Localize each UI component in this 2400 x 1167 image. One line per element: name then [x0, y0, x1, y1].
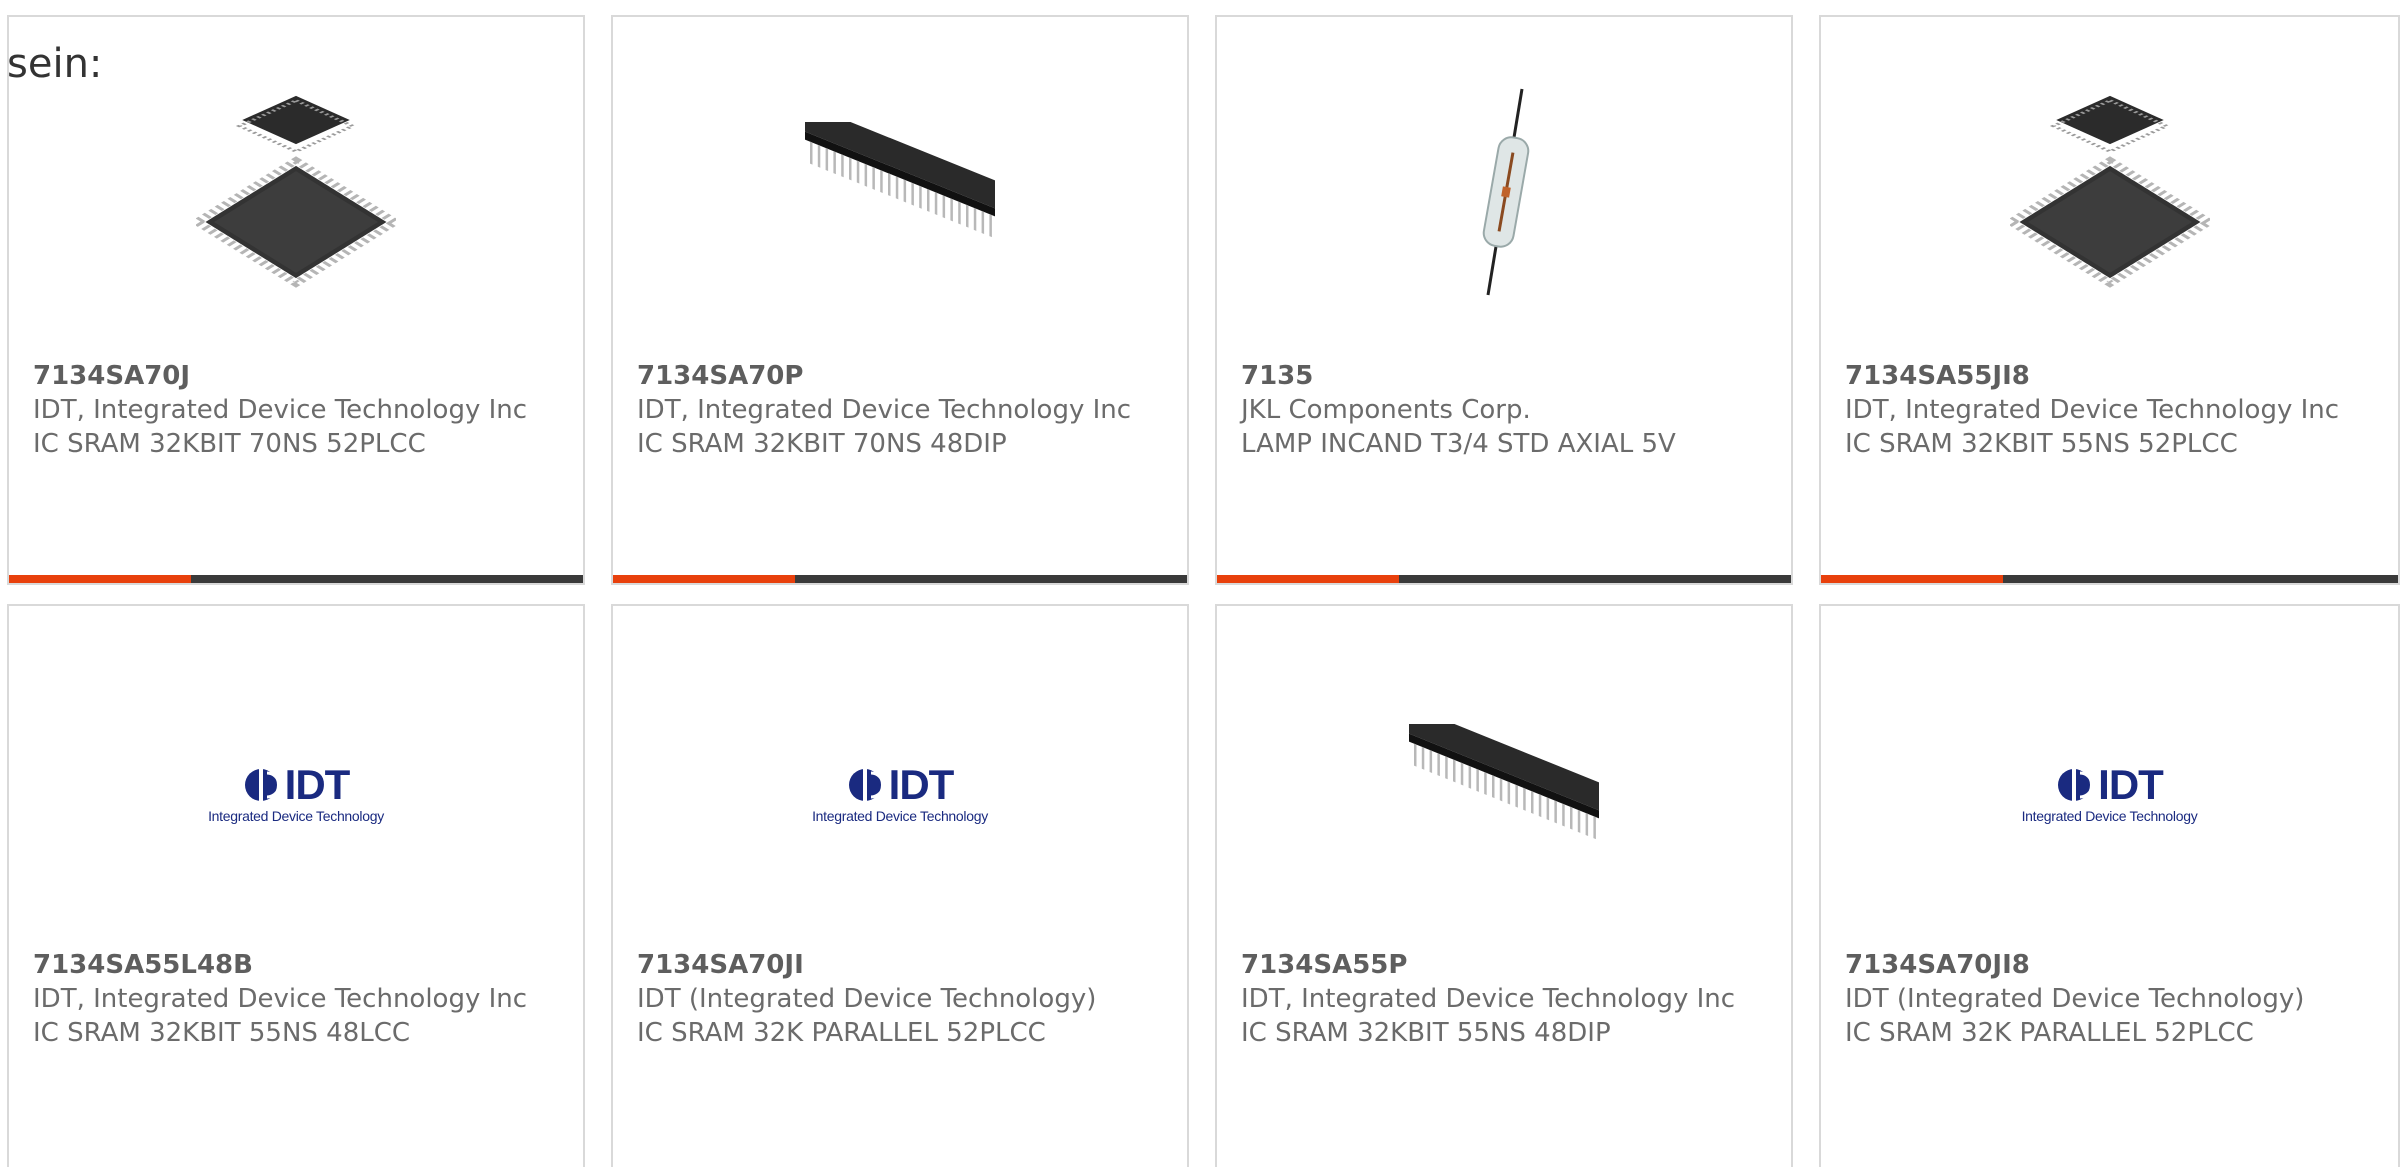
manufacturer: JKL Components Corp. [1241, 395, 1531, 425]
plcc-chip-image[interactable] [1821, 72, 2398, 312]
idt-logo-mark-icon [848, 769, 885, 801]
product-card[interactable]: 7134SA70J IDT, Integrated Device Technol… [7, 15, 585, 585]
manufacturer: IDT, Integrated Device Technology Inc [33, 395, 528, 425]
part-number[interactable]: 7134SA70P [637, 359, 1167, 393]
part-number[interactable]: 7134SA70JI [637, 948, 1167, 982]
description: LAMP INCAND T3/4 STD AXIAL 5V [1241, 429, 1676, 459]
product-card[interactable]: 7135 JKL Components Corp. LAMP INCAND T3… [1215, 15, 1793, 585]
dip-chip-icon [1409, 724, 1599, 840]
card-accent [9, 575, 191, 583]
card-bottom-bar [1821, 575, 2398, 583]
axial-lamp-image[interactable] [1217, 72, 1791, 312]
manufacturer: IDT, Integrated Device Technology Inc [1241, 984, 1736, 1014]
dip-chip-image[interactable] [1217, 674, 1791, 914]
product-card[interactable]: 7134SA70P IDT, Integrated Device Technol… [611, 15, 1189, 585]
description: IC SRAM 32KBIT 70NS 52PLCC [33, 429, 426, 459]
idt-logo[interactable]: IDT Integrated Device Technology [9, 674, 583, 914]
product-card[interactable]: IDT Integrated Device Technology 7134SA70… [611, 604, 1189, 1167]
card-accent [1821, 575, 2003, 583]
intro-text: sein: [7, 41, 103, 87]
card-bottom-bar [9, 575, 583, 583]
idt-logo: IDT Integrated Device Technology [812, 761, 988, 825]
product-card[interactable]: 7134SA55JI8 IDT, Integrated Device Techn… [1819, 15, 2400, 585]
part-number[interactable]: 7134SA55JI8 [1845, 359, 2378, 393]
manufacturer: IDT, Integrated Device Technology Inc [1845, 395, 2340, 425]
idt-logo-mark-icon [2058, 769, 2094, 801]
card-bottom-bar [613, 575, 1187, 583]
description: IC SRAM 32KBIT 70NS 48DIP [637, 429, 1007, 459]
manufacturer: IDT (Integrated Device Technology) [1845, 984, 2305, 1014]
description: IC SRAM 32KBIT 55NS 48LCC [33, 1018, 411, 1048]
plcc-chip-icon [2009, 95, 2210, 288]
dip-chip-icon [805, 122, 995, 238]
product-card[interactable]: IDT Integrated Device Technology 7134SA55… [7, 604, 585, 1167]
product-card[interactable]: 7134SA55P IDT, Integrated Device Technol… [1215, 604, 1793, 1167]
plcc-chip-image[interactable] [9, 72, 583, 312]
card-accent [613, 575, 795, 583]
idt-logo-mark-icon [244, 769, 281, 801]
part-number[interactable]: 7134SA70JI8 [1845, 948, 2378, 982]
part-number[interactable]: 7134SA55P [1241, 948, 1771, 982]
idt-logo[interactable]: IDT Integrated Device Technology [613, 674, 1187, 914]
card-bottom-bar [1217, 575, 1791, 583]
product-card[interactable]: IDT Integrated Device Technology 7134SA70… [1819, 604, 2400, 1167]
dip-chip-image[interactable] [613, 72, 1187, 312]
idt-logo: IDT Integrated Device Technology [208, 761, 384, 825]
description: IC SRAM 32KBIT 55NS 48DIP [1241, 1018, 1611, 1048]
part-number[interactable]: 7134SA70J [33, 359, 563, 393]
part-number[interactable]: 7134SA55L48B [33, 948, 563, 982]
manufacturer: IDT (Integrated Device Technology) [637, 984, 1097, 1014]
idt-logo[interactable]: IDT Integrated Device Technology [1821, 674, 2398, 914]
axial-lamp-icon [1482, 88, 1530, 296]
description: IC SRAM 32K PARALLEL 52PLCC [637, 1018, 1046, 1048]
product-grid-page: sein: 7134SA70J IDT, Integrated Device T… [0, 0, 2400, 1167]
description: IC SRAM 32K PARALLEL 52PLCC [1845, 1018, 2254, 1048]
manufacturer: IDT, Integrated Device Technology Inc [637, 395, 1132, 425]
manufacturer: IDT, Integrated Device Technology Inc [33, 984, 528, 1014]
plcc-chip-icon [196, 95, 396, 288]
description: IC SRAM 32KBIT 55NS 52PLCC [1845, 429, 2238, 459]
part-number[interactable]: 7135 [1241, 359, 1771, 393]
idt-logo: IDT Integrated Device Technology [2021, 761, 2198, 825]
card-accent [1217, 575, 1399, 583]
